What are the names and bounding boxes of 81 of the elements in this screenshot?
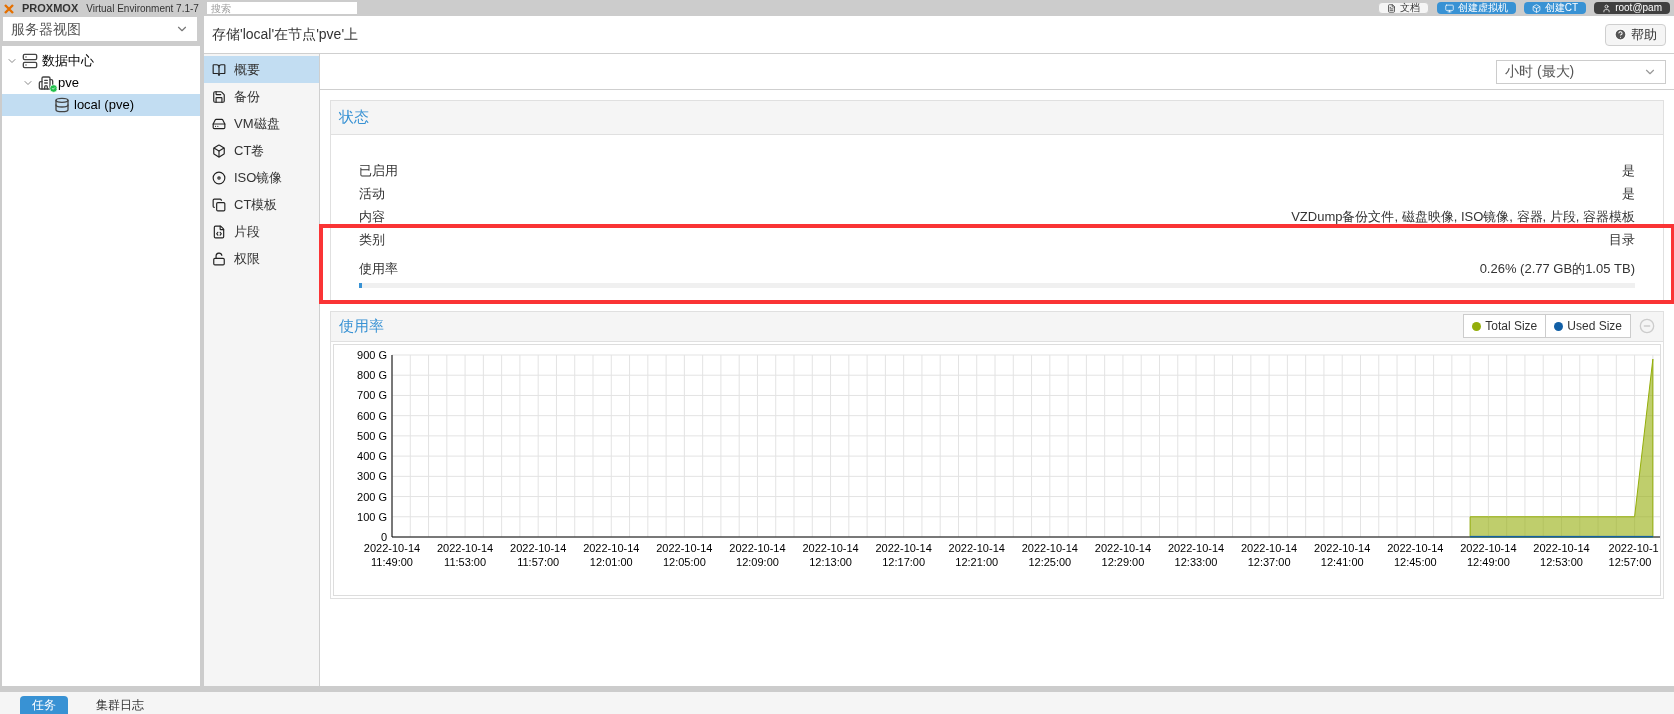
tree-label: pve [58,74,79,93]
x-tick-label: 2022-10-14 12:49:00 [1460,541,1517,568]
y-tick-label: 0 [380,530,387,543]
help-button[interactable]: 帮助 [1605,23,1666,46]
nav-item[interactable]: VM磁盘 [204,110,319,137]
toolbar-button[interactable]: 文档 [1377,2,1429,14]
nav-icon [212,89,226,104]
storage-icon [54,97,70,113]
status-value: 目录 [1609,230,1635,249]
x-tick-label: 2022-10-1 12:57:00 [1608,541,1659,568]
status-label: 已启用 [359,161,398,180]
timeframe-select[interactable]: 小时 (最大) [1496,59,1666,84]
status-value: VZDump备份文件, 磁盘映像, ISO镜像, 容器, 片段, 容器模板 [1291,207,1635,226]
panel-title: 状态 [339,107,369,128]
version-text: Virtual Environment 7.1-7 [86,4,199,14]
nav-item[interactable]: 权限 [204,245,319,272]
y-tick-label: 800 G [357,368,387,381]
y-tick-label: 700 G [357,388,387,401]
tree-item[interactable]: 数据中心 [2,50,200,72]
usage-reading: 0.26% (2.77 GB的1.05 TB) [1479,260,1635,278]
y-tick-label: 400 G [357,449,387,462]
x-tick-label: 2022-10-14 12:29:00 [1094,541,1152,568]
x-tick-label: 2022-10-14 12:09:00 [729,541,786,568]
logo: PROXMOX [22,3,79,14]
y-tick-label: 900 G [357,348,387,361]
nav-icon [212,62,226,77]
y-tick-label: 300 G [357,469,387,482]
status-label: 类别 [359,230,385,249]
tree-label: local (pve) [74,96,134,115]
tree-label: 数据中心 [42,52,94,71]
x-tick-label: 2022-10-14 11:57:00 [510,541,567,568]
x-tick-label: 2022-10-14 12:37:00 [1241,541,1298,568]
view-select[interactable]: 服务器视图 [2,16,198,42]
nav-item[interactable]: ISO镜像 [204,164,319,191]
nav-item[interactable]: 片段 [204,218,319,245]
legend-item[interactable]: Used Size [1545,315,1630,337]
y-tick-label: 100 G [357,510,387,523]
page-title: 存储'local'在节点'pve'上 [212,25,359,44]
x-tick-label: 2022-10-14 11:49:00 [363,541,421,568]
nav-icon [212,170,226,185]
y-tick-label: 600 G [357,409,387,422]
button-icon [1444,3,1454,13]
button-icon [1531,3,1541,13]
status-label: 内容 [359,207,385,226]
nav-item[interactable]: 备份 [204,83,319,110]
panel-title: 使用率 [339,315,384,336]
x-tick-label: 2022-10-14 12:45:00 [1387,541,1444,568]
x-tick-label: 2022-10-14 12:05:00 [656,541,713,568]
help-icon [1614,28,1627,41]
x-tick-label: 2022-10-14 12:21:00 [948,541,1005,568]
x-tick-label: 2022-10-14 12:17:00 [875,541,932,568]
nav-item[interactable]: 概要 [204,56,319,83]
status-value: 是 [1622,184,1635,203]
status-label: 使用率 [359,260,398,278]
x-tick-label: 2022-10-14 11:53:00 [436,541,494,568]
y-tick-label: 200 G [357,490,387,503]
x-tick-label: 2022-10-14 12:33:00 [1167,541,1225,568]
y-tick-label: 500 G [357,429,387,442]
tree-item[interactable]: local (pve) [2,94,200,116]
nav-icon [212,224,226,239]
toolbar-button[interactable]: root@pam [1594,2,1670,14]
x-tick-label: 2022-10-14 12:01:00 [583,541,640,568]
nav-item[interactable]: CT卷 [204,137,319,164]
nav-icon [212,116,226,131]
log-tab[interactable]: 集群日志 [84,696,156,714]
status-label: 活动 [359,184,385,203]
legend-item[interactable]: Total Size [1464,315,1546,337]
x-tick-label: 2022-10-14 12:41:00 [1314,541,1371,568]
nav-icon [212,143,226,158]
status-value: 是 [1622,161,1635,180]
nav-icon [212,197,226,212]
collapse-icon[interactable] [1639,318,1655,334]
button-icon [1602,3,1612,13]
x-tick-label: 2022-10-14 12:25:00 [1021,541,1078,568]
nav-item[interactable]: CT模板 [204,191,319,218]
nav-icon [212,251,226,266]
button-icon [1386,3,1396,13]
search-field[interactable]: 搜索 [206,2,357,14]
x-tick-label: 2022-10-14 12:53:00 [1533,541,1590,568]
logo-icon [4,4,14,14]
x-tick-label: 2022-10-14 12:13:00 [802,541,859,568]
